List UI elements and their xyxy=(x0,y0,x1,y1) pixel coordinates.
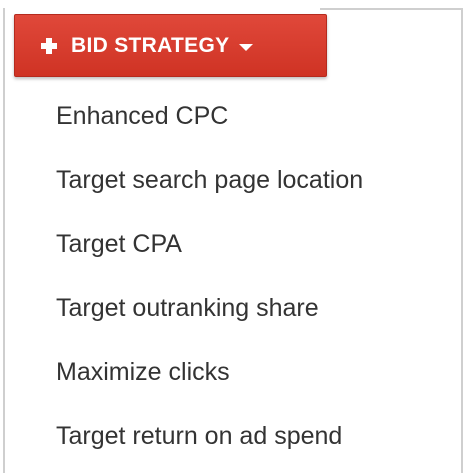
caret-down-icon xyxy=(239,43,254,51)
dropdown-border-right xyxy=(461,8,463,473)
bid-strategy-label: BID STRATEGY xyxy=(71,33,230,57)
menu-item-enhanced-cpc[interactable]: Enhanced CPC xyxy=(0,84,460,148)
menu-item-target-outranking-share[interactable]: Target outranking share xyxy=(0,276,460,340)
menu-item-target-return-on-ad-spend[interactable]: Target return on ad spend xyxy=(0,404,460,468)
menu-item-target-cpa[interactable]: Target CPA xyxy=(0,212,460,276)
plus-icon xyxy=(41,37,57,54)
dropdown-border-top xyxy=(320,8,463,10)
bid-strategy-dropdown: BID STRATEGY Enhanced CPC Target search … xyxy=(0,0,467,473)
bid-strategy-button[interactable]: BID STRATEGY xyxy=(14,14,327,77)
menu-item-target-search-page-location[interactable]: Target search page location xyxy=(0,148,460,212)
menu-item-maximize-clicks[interactable]: Maximize clicks xyxy=(0,340,460,404)
bid-strategy-menu: Enhanced CPC Target search page location… xyxy=(0,84,460,468)
